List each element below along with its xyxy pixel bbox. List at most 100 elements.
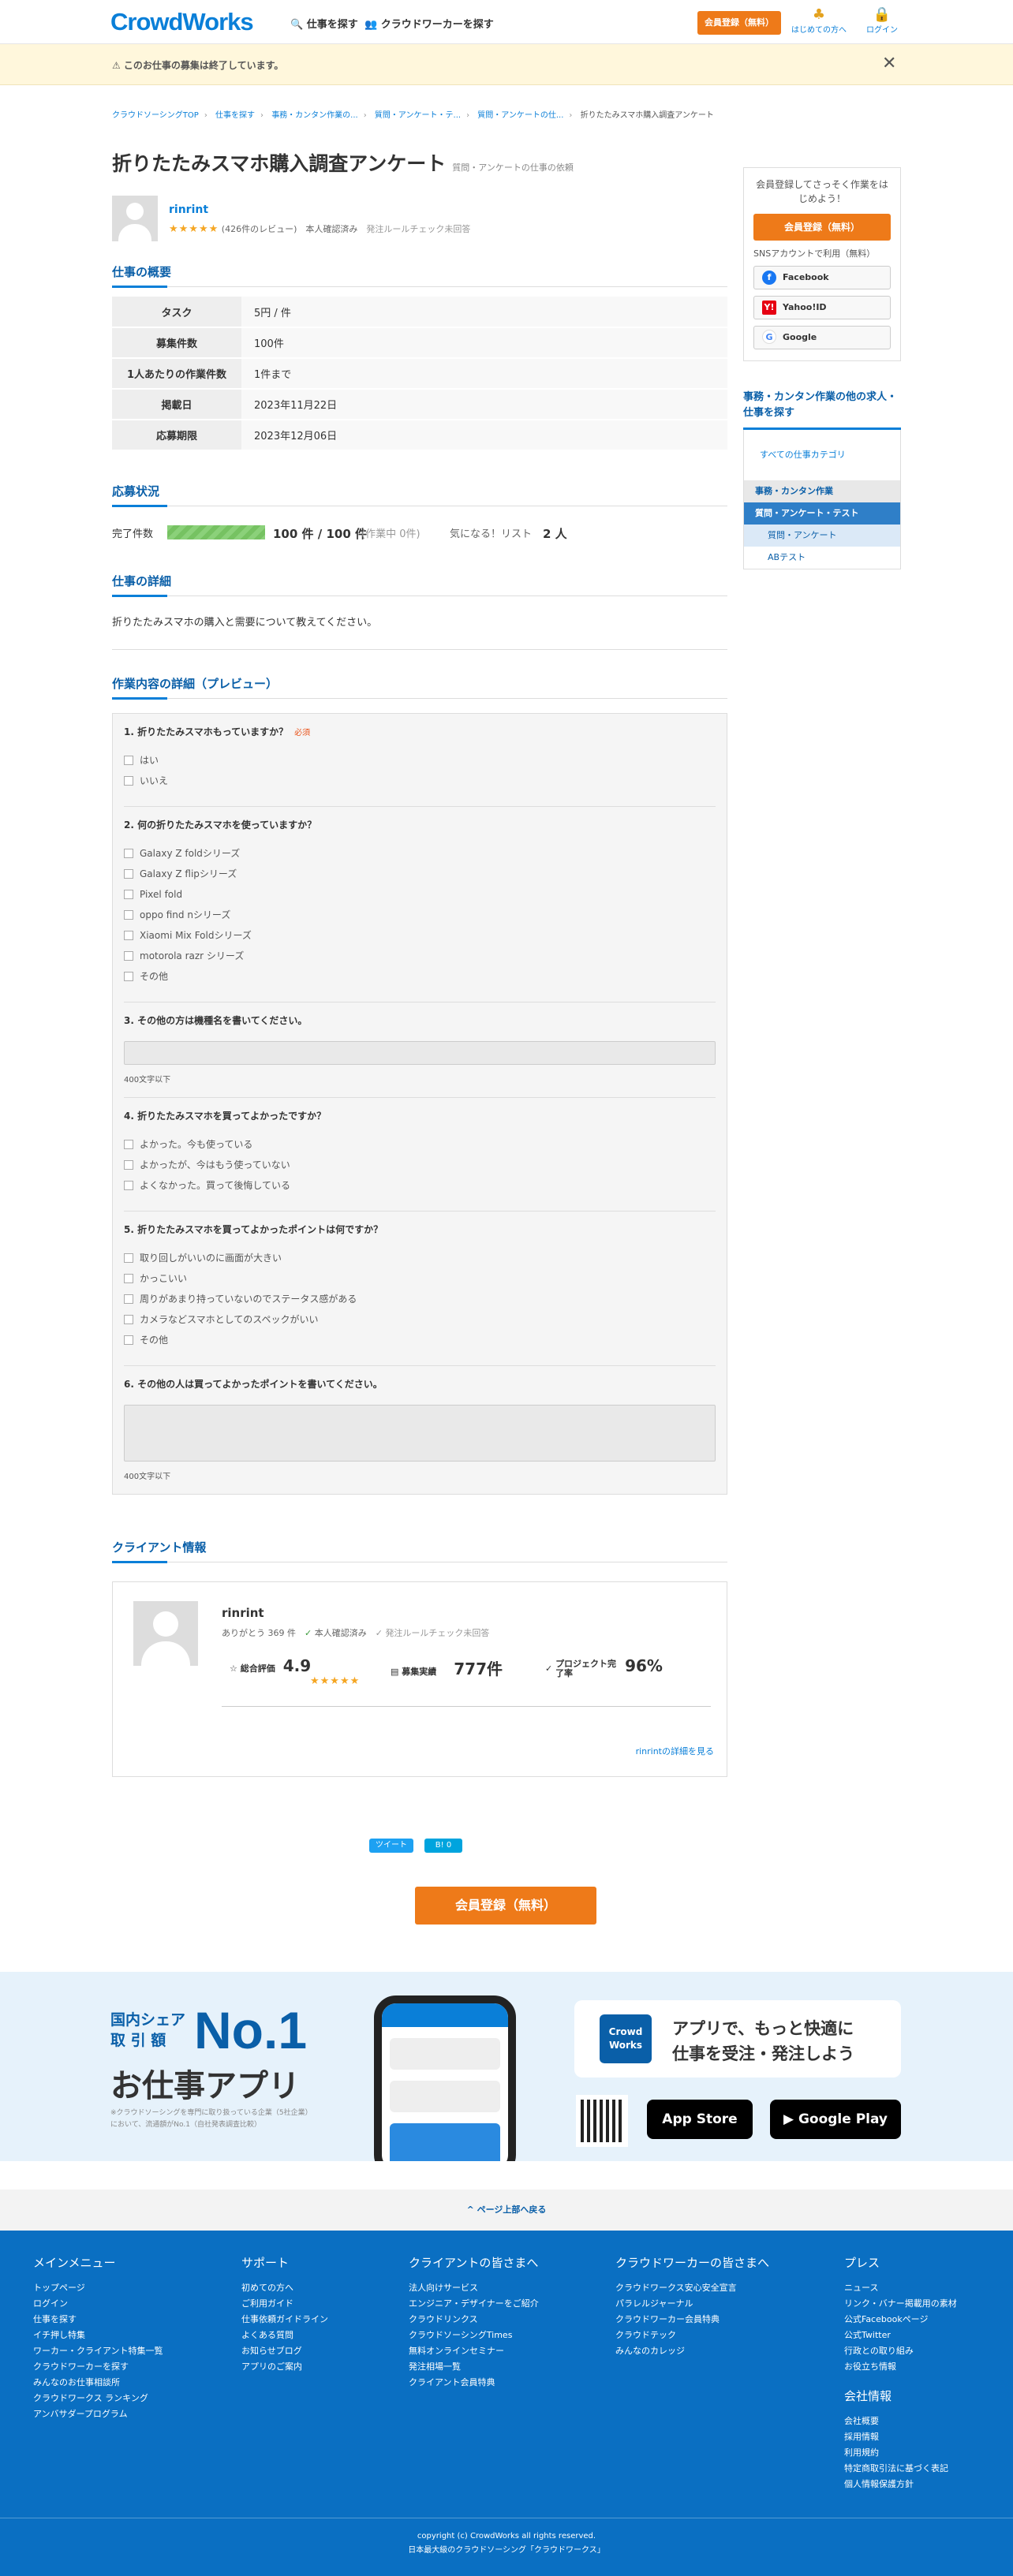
option[interactable]: oppo find nシリーズ	[124, 907, 716, 928]
option[interactable]: カメラなどスマホとしてのスペックがいい	[124, 1312, 716, 1332]
option[interactable]: Pixel fold	[124, 887, 716, 907]
footer-link[interactable]: クライアント会員特典	[409, 2375, 539, 2391]
nav-find-workers[interactable]: 👥 クラウドワーカーを探す	[364, 16, 494, 31]
footer-link[interactable]: 仕事依頼ガイドライン	[241, 2312, 328, 2328]
footer-link[interactable]: 公式Facebookページ	[844, 2312, 957, 2328]
option[interactable]: 周りがあまり持っていないのでステータス感がある	[124, 1291, 716, 1312]
checkbox[interactable]	[124, 756, 133, 765]
footer-link[interactable]: 無料オンラインセミナー	[409, 2343, 539, 2359]
category-item[interactable]: 事務・カンタン作業	[744, 480, 900, 502]
footer-link[interactable]: エンジニア・デザイナーをご紹介	[409, 2296, 539, 2312]
app-store-button[interactable]: App Store	[647, 2100, 753, 2139]
checkbox[interactable]	[124, 1181, 133, 1190]
google-play-button[interactable]: ▶ Google Play	[770, 2100, 901, 2139]
hatena-button[interactable]: B! 0	[424, 1839, 462, 1853]
footer-link[interactable]: みんなのお仕事相談所	[33, 2375, 163, 2391]
login-link[interactable]: 🔒 ログイン	[850, 6, 914, 35]
footer-link[interactable]: クラウドソーシングTimes	[409, 2328, 539, 2343]
footer-link[interactable]: ニュース	[844, 2280, 957, 2296]
footer-link[interactable]: クラウドワークス安心安全宣言	[615, 2280, 769, 2296]
header-register-button[interactable]: 会員登録（無料）	[697, 11, 781, 35]
category-item-active[interactable]: 質問・アンケート・テスト	[744, 502, 900, 525]
footer-link[interactable]: よくある質問	[241, 2328, 328, 2343]
breadcrumb-item[interactable]: 事務・カンタン作業の...	[271, 111, 358, 120]
checkbox[interactable]	[124, 1315, 133, 1324]
option[interactable]: かっこいい	[124, 1271, 716, 1291]
option[interactable]: よかったが、今はもう使っていない	[124, 1157, 716, 1178]
checkbox[interactable]	[124, 776, 133, 786]
beginner-link[interactable]: ♣ はじめての方へ	[787, 6, 850, 35]
checkbox[interactable]	[124, 972, 133, 981]
footer-link[interactable]: クラウドテック	[615, 2328, 769, 2343]
client-name[interactable]: rinrint	[222, 1606, 264, 1620]
footer-link[interactable]: アプリのご案内	[241, 2359, 328, 2375]
footer-link[interactable]: ログイン	[33, 2296, 163, 2312]
footer-link[interactable]: 初めての方へ	[241, 2280, 328, 2296]
option[interactable]: はい	[124, 752, 716, 773]
checkbox[interactable]	[124, 869, 133, 879]
option[interactable]: その他	[124, 1332, 716, 1353]
footer-link[interactable]: 法人向けサービス	[409, 2280, 539, 2296]
option[interactable]: Galaxy Z flipシリーズ	[124, 866, 716, 887]
option[interactable]: Xiaomi Mix Foldシリーズ	[124, 928, 716, 948]
footer-link[interactable]: クラウドワーカーを探す	[33, 2359, 163, 2375]
review-count[interactable]: (426件のレビュー)	[222, 224, 297, 234]
footer-link[interactable]: みんなのカレッジ	[615, 2343, 769, 2359]
checkbox[interactable]	[124, 1160, 133, 1170]
option[interactable]: よくなかった。買って後悔している	[124, 1178, 716, 1198]
facebook-button[interactable]: f Facebook	[753, 266, 891, 289]
sidebar-register-button[interactable]: 会員登録（無料）	[753, 214, 891, 241]
footer-link[interactable]: 採用情報	[844, 2429, 957, 2445]
footer-link[interactable]: リンク・バナー掲載用の素材	[844, 2296, 957, 2312]
checkbox[interactable]	[124, 1274, 133, 1283]
footer-link[interactable]: アンバサダープログラム	[33, 2406, 163, 2422]
option[interactable]: Galaxy Z foldシリーズ	[124, 846, 716, 866]
checkbox[interactable]	[124, 849, 133, 858]
crowdworks-logo[interactable]: CrowdWorks	[110, 8, 254, 36]
footer-link[interactable]: クラウドワークス ランキング	[33, 2391, 163, 2406]
option[interactable]: よかった。今も使っている	[124, 1137, 716, 1157]
footer-link[interactable]: 個人情報保護方針	[844, 2477, 957, 2492]
client-avatar[interactable]	[133, 1601, 198, 1666]
footer-link[interactable]: 会社概要	[844, 2414, 957, 2429]
option[interactable]: motorola razr シリーズ	[124, 948, 716, 969]
footer-link[interactable]: 特定商取引法に基づく表記	[844, 2461, 957, 2477]
category-item[interactable]: ABテスト	[744, 547, 900, 569]
checkbox[interactable]	[124, 1335, 133, 1345]
checkbox[interactable]	[124, 931, 133, 940]
footer-link[interactable]: 公式Twitter	[844, 2328, 957, 2343]
footer-link[interactable]: パラレルジャーナル	[615, 2296, 769, 2312]
owner-name[interactable]: rinrint	[169, 203, 208, 216]
yahoo-button[interactable]: Y! Yahoo!ID	[753, 296, 891, 319]
breadcrumb-item[interactable]: 仕事を探す	[215, 111, 255, 120]
footer-link[interactable]: 仕事を探す	[33, 2312, 163, 2328]
footer-link[interactable]: トップページ	[33, 2280, 163, 2296]
footer-link[interactable]: 行政との取り組み	[844, 2343, 957, 2359]
checkbox[interactable]	[124, 1253, 133, 1263]
footer-link[interactable]: 利用規約	[844, 2445, 957, 2461]
register-button[interactable]: 会員登録（無料）	[415, 1887, 596, 1925]
nav-find-jobs[interactable]: 🔍 仕事を探す	[290, 16, 358, 31]
breadcrumb-item[interactable]: 質問・アンケートの仕...	[477, 111, 563, 120]
google-button[interactable]: G Google	[753, 326, 891, 349]
textarea[interactable]	[124, 1405, 716, 1462]
footer-link[interactable]: お知らせブログ	[241, 2343, 328, 2359]
avatar[interactable]	[112, 196, 158, 241]
footer-link[interactable]: イチ押し特集	[33, 2328, 163, 2343]
checkbox[interactable]	[124, 890, 133, 899]
close-icon[interactable]: ✕	[882, 54, 896, 73]
all-categories-link[interactable]: すべての仕事カテゴリ	[744, 430, 900, 480]
client-detail-link[interactable]: rinrintの詳細を見る	[636, 1745, 714, 1757]
checkbox[interactable]	[124, 1294, 133, 1304]
footer-link[interactable]: ご利用ガイド	[241, 2296, 328, 2312]
footer-link[interactable]: 発注相場一覧	[409, 2359, 539, 2375]
back-to-top[interactable]: ^ ページ上部へ戻る	[0, 2190, 1013, 2231]
checkbox[interactable]	[124, 951, 133, 961]
option[interactable]: 取り回しがいいのに画面が大きい	[124, 1250, 716, 1271]
text-input[interactable]	[124, 1041, 716, 1065]
footer-link[interactable]: お役立ち情報	[844, 2359, 957, 2375]
footer-link[interactable]: ワーカー・クライアント特集一覧	[33, 2343, 163, 2359]
footer-link[interactable]: クラウドリンクス	[409, 2312, 539, 2328]
tweet-button[interactable]: ツイート	[369, 1839, 413, 1853]
breadcrumb-item[interactable]: クラウドソーシングTOP	[112, 111, 199, 120]
